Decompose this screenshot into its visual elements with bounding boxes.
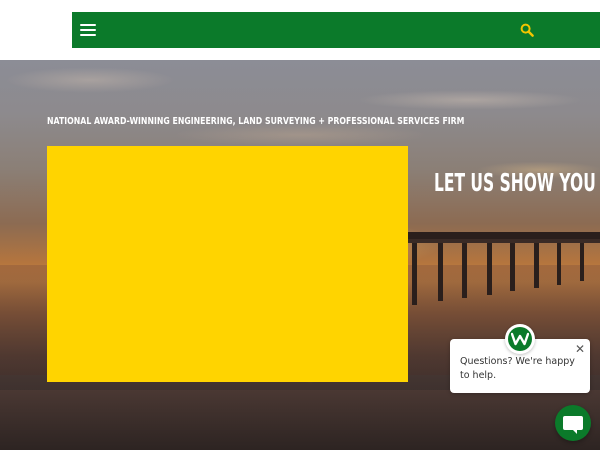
hero-headline: Let Us Show You: [434, 168, 596, 197]
hero-tagline: National Award-Winning Engineering, Land…: [47, 116, 465, 127]
hamburger-menu-icon[interactable]: [80, 21, 96, 39]
brand-w-logo-icon: [505, 324, 535, 354]
chat-greeting-text: Questions? We're happy to help.: [460, 356, 575, 381]
video-embed-placeholder[interactable]: [47, 146, 408, 382]
top-navigation-bar: [72, 12, 600, 48]
close-icon[interactable]: ✕: [574, 343, 586, 355]
search-icon[interactable]: [520, 23, 534, 37]
chat-bubble-icon: [563, 416, 583, 434]
chat-launcher-button[interactable]: [555, 405, 591, 441]
